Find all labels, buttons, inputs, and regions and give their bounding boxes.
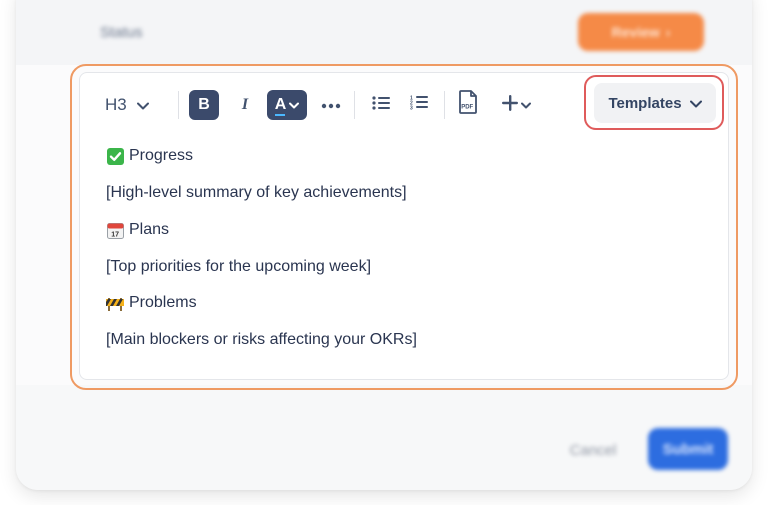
status-label: Status — [100, 24, 143, 41]
content-heading-plans: 17 Plans — [106, 219, 169, 241]
insert-element-button[interactable] — [496, 90, 536, 120]
content-heading-progress: Progress — [106, 145, 193, 167]
review-button[interactable]: Review › — [578, 13, 704, 51]
modal-footer-area — [16, 385, 752, 490]
heading-level-label: H3 — [105, 95, 127, 114]
calendar-icon: 17 — [106, 221, 124, 239]
chevron-down-icon — [689, 95, 702, 112]
numbered-list-button[interactable]: 123 — [407, 90, 431, 120]
bullet-list-button[interactable] — [369, 90, 393, 120]
content-paragraph: [Top priorities for the upcoming week] — [106, 256, 371, 278]
line-text: Problems — [129, 294, 197, 311]
text-color-button[interactable]: A — [267, 90, 307, 120]
numbered-list-icon: 123 — [410, 95, 428, 115]
svg-text:3: 3 — [410, 106, 413, 111]
more-dots-icon — [321, 96, 341, 114]
text-color-indicator — [275, 114, 285, 116]
more-formatting-button[interactable] — [318, 90, 344, 120]
chevron-down-icon — [289, 96, 300, 114]
check-mark-icon — [106, 147, 124, 165]
chevron-right-icon: › — [665, 24, 671, 40]
pdf-file-icon: PDF — [458, 89, 478, 119]
bullet-list-icon — [372, 95, 390, 115]
chevron-down-icon — [521, 96, 531, 114]
svg-text:17: 17 — [111, 231, 119, 238]
chevron-down-icon — [136, 95, 149, 115]
line-text: [Main blockers or risks affecting your O… — [106, 331, 417, 348]
construction-icon — [106, 294, 124, 312]
submit-button[interactable]: Submit — [648, 428, 728, 470]
review-button-label: Review — [611, 24, 660, 40]
toolbar-separator — [178, 91, 179, 119]
text-color-label: A — [274, 96, 287, 113]
line-text: Plans — [129, 221, 170, 238]
templates-dropdown-button[interactable]: Templates — [594, 83, 716, 123]
content-paragraph: [Main blockers or risks affecting your O… — [106, 329, 417, 351]
content-paragraph: [High-level summary of key achievements] — [106, 182, 407, 204]
toolbar-separator — [444, 91, 445, 119]
heading-level-dropdown[interactable]: H3 — [105, 89, 149, 121]
plus-icon — [501, 94, 519, 117]
line-text: Progress — [129, 147, 194, 164]
line-text: [Top priorities for the upcoming week] — [106, 258, 372, 275]
bold-button[interactable]: B — [189, 90, 219, 120]
cancel-button[interactable]: Cancel — [560, 437, 626, 463]
templates-label: Templates — [608, 94, 682, 112]
line-text: [High-level summary of key achievements] — [106, 184, 407, 201]
italic-button[interactable]: I — [232, 90, 258, 120]
pdf-button[interactable]: PDF — [456, 88, 480, 120]
toolbar-separator — [354, 91, 355, 119]
content-heading-problems: Problems — [106, 292, 197, 314]
svg-text:PDF: PDF — [461, 104, 473, 110]
